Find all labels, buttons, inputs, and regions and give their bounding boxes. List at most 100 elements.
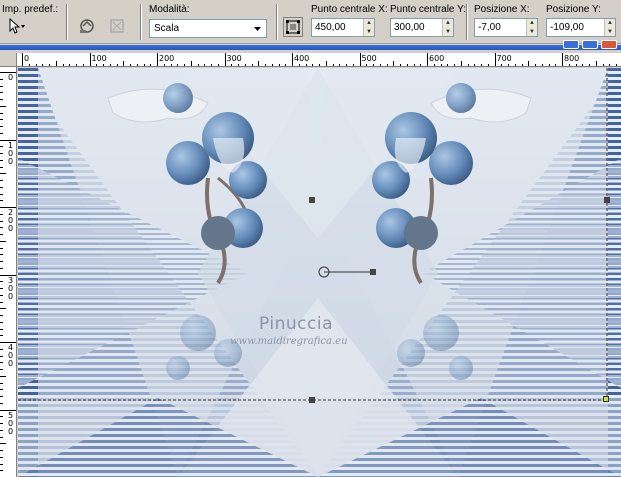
ruler-tick-minor (0, 254, 3, 256)
center-y-input[interactable]: 300,00 ▲ ▼ (390, 18, 454, 37)
ruler-v-label: 200 (7, 209, 15, 233)
ruler-tick-minor (217, 64, 219, 66)
toolbar-separator (140, 4, 142, 40)
rotation-handle[interactable] (370, 269, 376, 275)
ruler-tick-minor (595, 61, 597, 66)
ruler-tick-minor (0, 402, 3, 404)
close-button[interactable] (601, 40, 617, 49)
tool-options-bar: Imp. predef.: Modalità: Scala Punto cent… (0, 0, 621, 44)
position-x-input[interactable]: -7,00 ▲ ▼ (474, 18, 538, 37)
ruler-tick-minor (602, 64, 604, 66)
center-y-stepper[interactable]: ▲ ▼ (442, 19, 453, 36)
ruler-tick-minor (150, 64, 152, 66)
ruler-tick-minor (319, 64, 320, 66)
center-x-input[interactable]: 450,00 ▲ ▼ (311, 18, 375, 37)
position-y-label: Posizione Y: (546, 4, 601, 15)
ruler-tick-minor (393, 61, 395, 66)
ruler-tick-minor (0, 153, 3, 154)
ruler-tick-minor (508, 64, 509, 66)
ruler-tick-minor (0, 85, 3, 87)
position-x-stepper[interactable]: ▲ ▼ (526, 19, 537, 36)
center-x-stepper[interactable]: ▲ ▼ (363, 19, 374, 36)
ruler-tick-minor (535, 64, 536, 66)
ruler-v-digit: 0 (7, 73, 14, 82)
ruler-tick-minor (0, 450, 3, 451)
ruler-tick-minor (609, 64, 611, 66)
toolbar-separator (466, 4, 468, 40)
ruler-tick-minor (0, 369, 3, 370)
ruler-tick-minor (69, 64, 71, 66)
ruler-tick-minor (454, 64, 455, 66)
document-title-bar[interactable] (0, 45, 621, 50)
ruler-tick-minor (0, 78, 3, 80)
ruler-tick-minor (278, 64, 280, 66)
ruler-tick-minor (474, 64, 476, 66)
ruler-tick-major (224, 53, 226, 66)
mode-select-value: Scala (154, 23, 180, 34)
transform-handle-corner[interactable] (603, 396, 609, 402)
ruler-tick-minor (0, 389, 3, 391)
transform-handle-bottom[interactable] (309, 397, 315, 403)
minimize-button[interactable] (563, 40, 579, 49)
ruler-tick-minor (413, 64, 415, 66)
ruler-tick-minor (373, 64, 374, 66)
ruler-tick-minor (258, 61, 260, 66)
ruler-tick-minor (501, 64, 503, 66)
ruler-tick-minor (487, 64, 489, 66)
vertical-ruler: 0100200300400500 (0, 67, 17, 477)
ruler-tick-minor (0, 220, 3, 222)
ruler-tick-minor (0, 470, 3, 472)
save-preset-button[interactable] (76, 16, 98, 36)
ruler-tick-minor (481, 64, 482, 66)
ruler-tick-minor (0, 180, 3, 181)
position-y-stepper[interactable]: ▲ ▼ (604, 19, 615, 36)
watermark-name: Pinuccia (259, 314, 333, 334)
ruler-tick-minor (460, 61, 462, 66)
ruler-tick-minor (0, 267, 3, 269)
ruler-tick-minor (379, 64, 381, 66)
maximize-button[interactable] (582, 40, 598, 49)
ruler-tick-minor (82, 64, 84, 66)
image-canvas[interactable]: Pinuccia www.maidiregrafica.eu (18, 68, 621, 477)
ruler-tick-minor (0, 308, 6, 310)
center-x-label: Punto centrale X: (311, 4, 388, 15)
ruler-tick-minor (0, 301, 3, 303)
ruler-tick-minor (339, 64, 341, 66)
ruler-tick-minor (143, 64, 145, 66)
ruler-tick-minor (123, 61, 125, 66)
ruler-tick-minor (28, 64, 30, 66)
ruler-tick-major (292, 53, 293, 66)
pick-tool-button[interactable] (283, 17, 303, 37)
ruler-tick-minor (0, 396, 3, 397)
preset-label: Imp. predef.: (2, 4, 59, 15)
ruler-tick-minor (184, 64, 185, 66)
toolbar-separator (276, 4, 278, 40)
ruler-tick-minor (582, 64, 584, 66)
preset-dropdown-button[interactable] (6, 16, 28, 36)
ruler-tick-minor (251, 64, 253, 66)
ruler-tick-minor (555, 64, 557, 66)
watermark-url: www.maidiregrafica.eu (230, 336, 348, 347)
ruler-tick-major (427, 53, 428, 66)
transform-handle-top[interactable] (309, 197, 315, 203)
transform-handle-right[interactable] (604, 197, 610, 203)
ruler-corner (0, 53, 17, 67)
position-y-input[interactable]: -109,00 ▲ ▼ (546, 18, 616, 37)
ruler-tick-minor (400, 64, 401, 66)
ruler-v-label: 500 (7, 411, 15, 436)
ruler-tick-minor (346, 64, 347, 66)
ruler-tick-minor (0, 429, 3, 431)
ruler-tick-minor (0, 416, 3, 418)
ruler-v-digit: 0 (7, 291, 14, 301)
ruler-tick-minor (467, 64, 469, 66)
ruler-tick-minor (0, 328, 3, 330)
ruler-tick-minor (204, 64, 206, 66)
ruler-tick-minor (265, 64, 266, 66)
mode-select[interactable]: Scala (149, 19, 267, 38)
ruler-tick-minor (352, 64, 354, 66)
center-y-label: Punto centrale Y: (390, 4, 466, 15)
ruler-tick-minor (170, 64, 172, 66)
ruler-tick-minor (42, 64, 44, 66)
reset-button[interactable] (106, 16, 128, 36)
ruler-tick-minor (0, 213, 3, 215)
